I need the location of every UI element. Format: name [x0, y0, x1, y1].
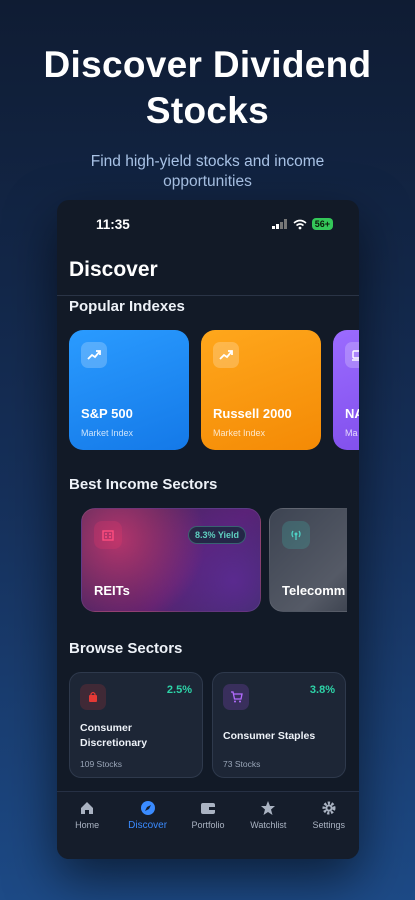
status-time: 11:35: [96, 217, 130, 232]
wifi-icon: [293, 219, 307, 229]
browse-card-consumer-staples[interactable]: 3.8% Consumer Staples 73 Stocks: [212, 672, 346, 778]
tab-label: Portfolio: [191, 820, 225, 830]
status-bar: 11:35 56+: [57, 200, 359, 248]
home-icon: [81, 802, 94, 814]
sector-name: Consumer Discretionary: [80, 721, 147, 751]
sector-card-telecomm[interactable]: Telecomm: [269, 508, 347, 612]
tab-label: Watchlist: [250, 820, 287, 830]
sector-name: REITs: [94, 583, 130, 598]
promo-subtitle: Find high-yield stocks and income opport…: [0, 152, 415, 192]
cart-icon: [223, 684, 249, 710]
page-title: Discover: [69, 258, 158, 281]
laptop-icon: [345, 342, 359, 368]
tab-discover[interactable]: Discover: [118, 800, 178, 859]
tab-home[interactable]: Home: [57, 800, 117, 859]
building-icon: [94, 521, 122, 549]
index-name: Russell 2000: [213, 406, 292, 421]
browse-sectors-title: Browse Sectors: [69, 640, 183, 657]
sector-card-reits[interactable]: 8.3% Yield REITs: [81, 508, 261, 612]
trending-up-icon: [213, 342, 239, 368]
index-name: NA: [345, 406, 359, 421]
signal-icon: [271, 219, 287, 229]
income-sectors-list[interactable]: 8.3% Yield REITs Telecomm: [81, 508, 347, 614]
tab-label: Settings: [312, 820, 346, 830]
stock-count: 73 Stocks: [223, 759, 261, 769]
tab-settings[interactable]: Settings: [299, 800, 359, 859]
popular-indexes-list[interactable]: S&P 500 Market Index Russell 2000 Market…: [57, 330, 359, 452]
promo-title: Discover Dividend Stocks: [0, 42, 415, 134]
promo-title-line2: Stocks: [145, 90, 270, 131]
tab-watchlist[interactable]: Watchlist: [238, 800, 298, 859]
broadcast-icon: [282, 521, 310, 549]
header-divider: [57, 295, 359, 296]
battery-indicator: 56+: [311, 218, 333, 230]
star-icon: [261, 801, 276, 815]
yield-badge: 8.3% Yield: [187, 526, 246, 544]
index-subtitle: Market Index: [81, 428, 134, 438]
index-card-sp500[interactable]: S&P 500 Market Index: [69, 330, 189, 450]
tab-label: Home: [75, 820, 100, 830]
wallet-icon: [200, 803, 215, 814]
status-icons: 56+: [271, 218, 333, 230]
tab-portfolio[interactable]: Portfolio: [178, 800, 238, 859]
sector-yield: 3.8%: [309, 684, 335, 696]
trending-up-icon: [81, 342, 107, 368]
compass-icon: [140, 801, 155, 815]
popular-indexes-title: Popular Indexes: [69, 298, 185, 315]
promo-subtitle-line2: opportunities: [163, 173, 252, 190]
bag-icon: [80, 684, 106, 710]
gear-icon: [322, 801, 336, 815]
income-sectors-title: Best Income Sectors: [69, 476, 218, 493]
promo-subtitle-line1: Find high-yield stocks and income: [90, 153, 325, 170]
index-subtitle: Ma: [345, 428, 358, 438]
phone-screen: 11:35 56+ Discover Popular Indexes S&P 5…: [57, 200, 359, 859]
index-card-russell2000[interactable]: Russell 2000 Market Index: [201, 330, 321, 450]
stock-count: 109 Stocks: [80, 759, 123, 769]
sector-name-line1: Consumer: [80, 722, 132, 734]
promo-title-line1: Discover Dividend: [43, 44, 372, 85]
sector-name: Telecomm: [282, 583, 346, 598]
index-name: S&P 500: [81, 406, 133, 421]
tab-bar: Home Discover Portfolio Watchlist Settin…: [57, 791, 359, 859]
tab-label: Discover: [128, 820, 168, 831]
index-subtitle: Market Index: [213, 428, 266, 438]
browse-card-consumer-discretionary[interactable]: 2.5% Consumer Discretionary 109 Stocks: [69, 672, 203, 778]
sector-yield: 2.5%: [166, 684, 192, 696]
sector-name-line2: Discretionary: [80, 737, 148, 749]
sector-name: Consumer Staples: [223, 730, 316, 742]
index-card-nasdaq[interactable]: NA Ma: [333, 330, 359, 450]
